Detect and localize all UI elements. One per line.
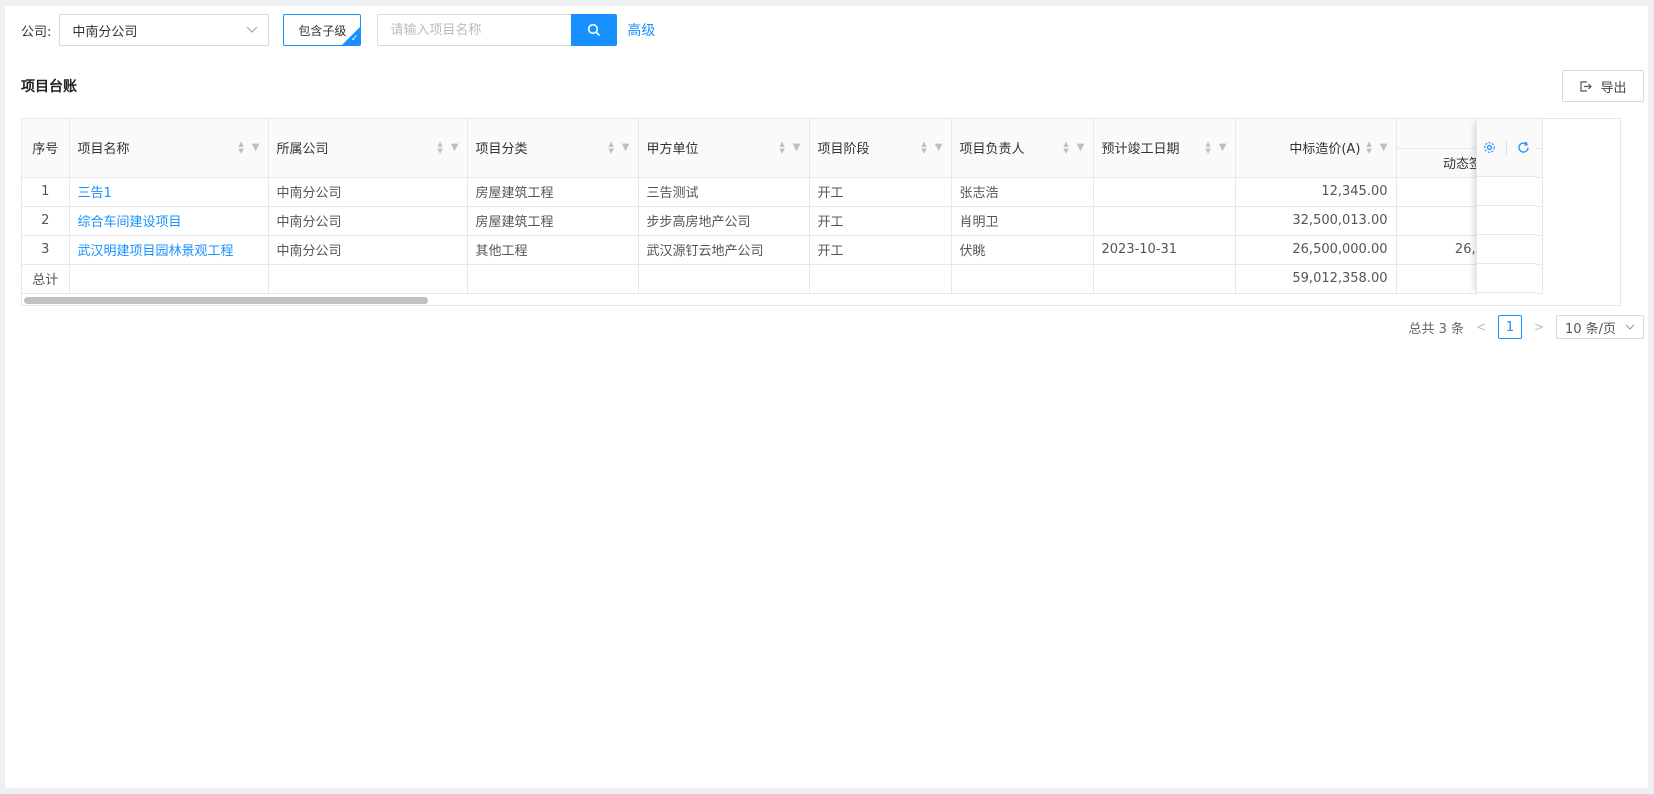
col-header-client[interactable]: 甲方单位 ▲ ▼ ▼ — [638, 119, 810, 178]
cell-client: 步步高房地产公司 — [638, 206, 810, 236]
section-title: 项目台账 — [21, 79, 77, 95]
sort-icon[interactable]: ▲ ▼ — [779, 140, 784, 155]
project-name-link[interactable]: 三告1 — [69, 177, 269, 207]
col-header-company[interactable]: 所属公司 ▲ ▼ ▼ — [268, 119, 468, 178]
cell-manager: 伏眺 — [951, 235, 1094, 265]
column-tools: | — [1477, 119, 1536, 177]
cell-company: 中南分公司 — [268, 206, 468, 236]
pagination-total: 总共 3 条 — [1408, 321, 1464, 337]
col-header-finish-date[interactable]: 预计竣工日期 ▲ ▼ ▼ — [1093, 119, 1236, 178]
gear-icon[interactable] — [1483, 141, 1496, 154]
col-header-seq: 序号 — [22, 119, 70, 178]
filter-icon[interactable]: ▼ — [451, 142, 459, 153]
cell-stage: 开工 — [809, 235, 952, 265]
col-header-stage[interactable]: 项目阶段 ▲ ▼ ▼ — [809, 119, 952, 178]
page-frame: 公司: 中南分公司 包含子级 ✓ 高级 项目台账 导出 — [5, 6, 1648, 788]
cell-category: 其他工程 — [467, 235, 639, 265]
prev-page-icon[interactable]: < — [1474, 320, 1488, 334]
filter-icon[interactable]: ▼ — [1077, 142, 1085, 153]
export-icon — [1580, 80, 1593, 92]
page-size-select[interactable]: 10 条/页 — [1556, 315, 1644, 339]
company-select[interactable]: 中南分公司 — [59, 14, 270, 46]
project-name-link[interactable]: 武汉明建项目园林景观工程 — [69, 235, 269, 265]
sort-icon[interactable]: ▲ ▼ — [1063, 140, 1068, 155]
filter-icon[interactable]: ▼ — [252, 142, 260, 153]
chevron-down-icon — [246, 24, 258, 37]
cell-stage: 开工 — [809, 177, 952, 207]
cell-finish-date — [1093, 177, 1236, 207]
check-icon: ✓ — [350, 34, 359, 44]
company-label: 公司: — [21, 24, 52, 40]
cell-finish-date — [1093, 206, 1236, 236]
sort-icon[interactable]: ▲ ▼ — [437, 140, 442, 155]
project-name-link[interactable]: 综合车间建设项目 — [69, 206, 269, 236]
search-icon — [588, 23, 601, 37]
include-sub-label: 包含子级 — [298, 23, 347, 38]
include-sub-checkbox[interactable]: 包含子级 ✓ — [283, 14, 362, 46]
col-header-manager[interactable]: 项目负责人 ▲ ▼ ▼ — [951, 119, 1094, 178]
next-page-icon[interactable]: > — [1532, 320, 1546, 334]
cell-category: 房屋建筑工程 — [467, 206, 639, 236]
filter-icon[interactable]: ▼ — [793, 142, 801, 153]
company-select-value: 中南分公司 — [72, 24, 138, 40]
filter-bar: 公司: 中南分公司 包含子级 ✓ 高级 — [21, 14, 655, 46]
divider: | — [1504, 140, 1509, 155]
cell-bid-price: 32,500,013.00 — [1235, 206, 1397, 236]
filter-icon[interactable]: ▼ — [1219, 142, 1227, 153]
export-label: 导出 — [1600, 79, 1627, 95]
cell-finish-date: 2023-10-31 — [1093, 235, 1236, 265]
cell-seq: 2 — [22, 206, 70, 236]
project-table: 序号 项目名称 ▲ ▼ ▼ 所属公司 ▲ ▼ ▼ 项目分类 ▲ ▼ ▼ 甲方单位… — [21, 118, 1621, 306]
cell-total-label: 总计 — [22, 264, 70, 294]
cell-total-bid-price: 59,012,358.00 — [1235, 264, 1397, 294]
table-total-row: 总计 59,012,358.00 26 — [22, 264, 1543, 294]
cell-bid-price: 26,500,000.00 — [1235, 235, 1397, 265]
filter-icon[interactable]: ▼ — [622, 142, 630, 153]
table-row: 3 武汉明建项目园林景观工程 中南分公司 其他工程 武汉源钉云地产公司 开工 伏… — [22, 235, 1543, 265]
sort-icon[interactable]: ▲ ▼ — [608, 140, 613, 155]
cell-seq: 1 — [22, 177, 70, 207]
filter-icon[interactable]: ▼ — [935, 142, 943, 153]
search-button[interactable] — [571, 14, 618, 46]
scrollbar-thumb[interactable] — [24, 297, 428, 304]
chevron-down-icon — [1625, 324, 1635, 330]
pagination: 总共 3 条 < 1 > 10 条/页 — [1408, 315, 1644, 339]
search-group — [377, 14, 618, 46]
filter-icon[interactable]: ▼ — [1380, 142, 1388, 153]
cell-stage: 开工 — [809, 206, 952, 236]
horizontal-scrollbar[interactable] — [22, 295, 1620, 305]
table-header-row: 序号 项目名称 ▲ ▼ ▼ 所属公司 ▲ ▼ ▼ 项目分类 ▲ ▼ ▼ 甲方单位… — [22, 119, 1543, 178]
cell-client: 三告测试 — [638, 177, 810, 207]
sort-icon[interactable]: ▲ ▼ — [921, 140, 926, 155]
advanced-search-link[interactable]: 高级 — [627, 20, 655, 40]
cell-manager: 肖明卫 — [951, 206, 1094, 236]
col-header-category[interactable]: 项目分类 ▲ ▼ ▼ — [467, 119, 639, 178]
cell-bid-price: 12,345.00 — [1235, 177, 1397, 207]
refresh-icon[interactable] — [1517, 141, 1530, 154]
export-button[interactable]: 导出 — [1562, 70, 1644, 102]
cell-company: 中南分公司 — [268, 177, 468, 207]
sort-icon[interactable]: ▲ ▼ — [1366, 140, 1371, 155]
col-header-bid-price[interactable]: 中标造价(A) ▲ ▼ ▼ — [1235, 119, 1397, 178]
col-header-name[interactable]: 项目名称 ▲ ▼ ▼ — [69, 119, 269, 178]
cell-seq: 3 — [22, 235, 70, 265]
cell-client: 武汉源钉云地产公司 — [638, 235, 810, 265]
table-row: 2 综合车间建设项目 中南分公司 房屋建筑工程 步步高房地产公司 开工 肖明卫 … — [22, 206, 1543, 236]
cell-category: 房屋建筑工程 — [467, 177, 639, 207]
search-input[interactable] — [377, 14, 572, 46]
sort-icon[interactable]: ▲ ▼ — [238, 140, 243, 155]
cell-manager: 张志浩 — [951, 177, 1094, 207]
page-number-button[interactable]: 1 — [1498, 315, 1522, 339]
sort-icon[interactable]: ▲ ▼ — [1205, 140, 1210, 155]
table-row: 1 三告1 中南分公司 房屋建筑工程 三告测试 开工 张志浩 12,345.00… — [22, 177, 1543, 207]
cell-company: 中南分公司 — [268, 235, 468, 265]
fixed-action-column: | — [1476, 119, 1536, 295]
